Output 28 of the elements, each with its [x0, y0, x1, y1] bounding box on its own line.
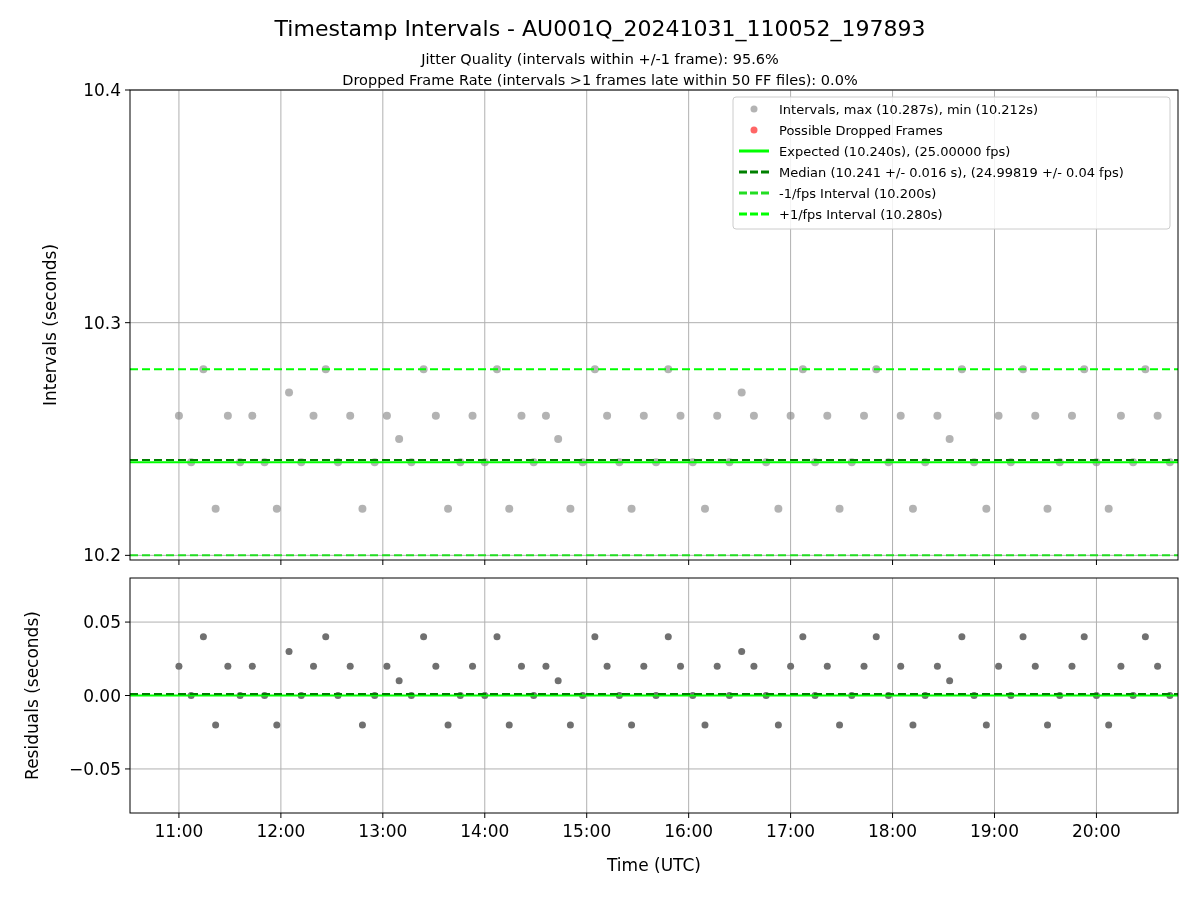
legend-label: Possible Dropped Frames [779, 123, 943, 138]
legend-label: +1/fps Interval (10.280s) [779, 207, 943, 222]
chart-title: Timestamp Intervals - AU001Q_20241031_110052_197893 [274, 16, 926, 41]
tick-label: 16:00 [664, 821, 714, 841]
tick-label: 11:00 [154, 821, 204, 841]
tick-label: 17:00 [766, 821, 816, 841]
tick-label: −0.05 [68, 758, 121, 779]
tick-label: 20:00 [1071, 821, 1121, 841]
tick-label: 18:00 [868, 821, 918, 841]
legend-label: -1/fps Interval (10.200s) [779, 186, 937, 201]
tick-label: 12:00 [256, 821, 306, 841]
tick-label: 0.00 [83, 685, 121, 706]
chart-subtitle: Dropped Frame Rate (intervals >1 frames late within 50 FF files): 0.0% [342, 72, 858, 88]
tick-label: 0.05 [83, 612, 121, 633]
tick-label: 15:00 [562, 821, 612, 841]
legend-label: Median (10.241 +/- 0.016 s), (24.99819 +/- 0.04 fps) [779, 165, 1124, 180]
tick-label: 10.2 [83, 545, 121, 566]
tick-label: 10.3 [83, 312, 121, 333]
chart-subtitle: Jitter Quality (intervals within +/-1 frame): 95.6% [421, 51, 779, 67]
axis-label: Time (UTC) [607, 855, 701, 875]
tick-label: 19:00 [970, 821, 1019, 841]
legend-label: Expected (10.240s), (25.00000 fps) [779, 144, 1011, 159]
axis-label: Intervals (seconds) [40, 243, 60, 407]
legend-label: Intervals, max (10.287s), min (10.212s) [779, 102, 1038, 117]
tick-label: 10.4 [83, 80, 121, 100]
axis-label: Residuals (seconds) [22, 611, 42, 780]
tick-label: 14:00 [460, 821, 510, 841]
tick-label: 13:00 [358, 821, 408, 841]
